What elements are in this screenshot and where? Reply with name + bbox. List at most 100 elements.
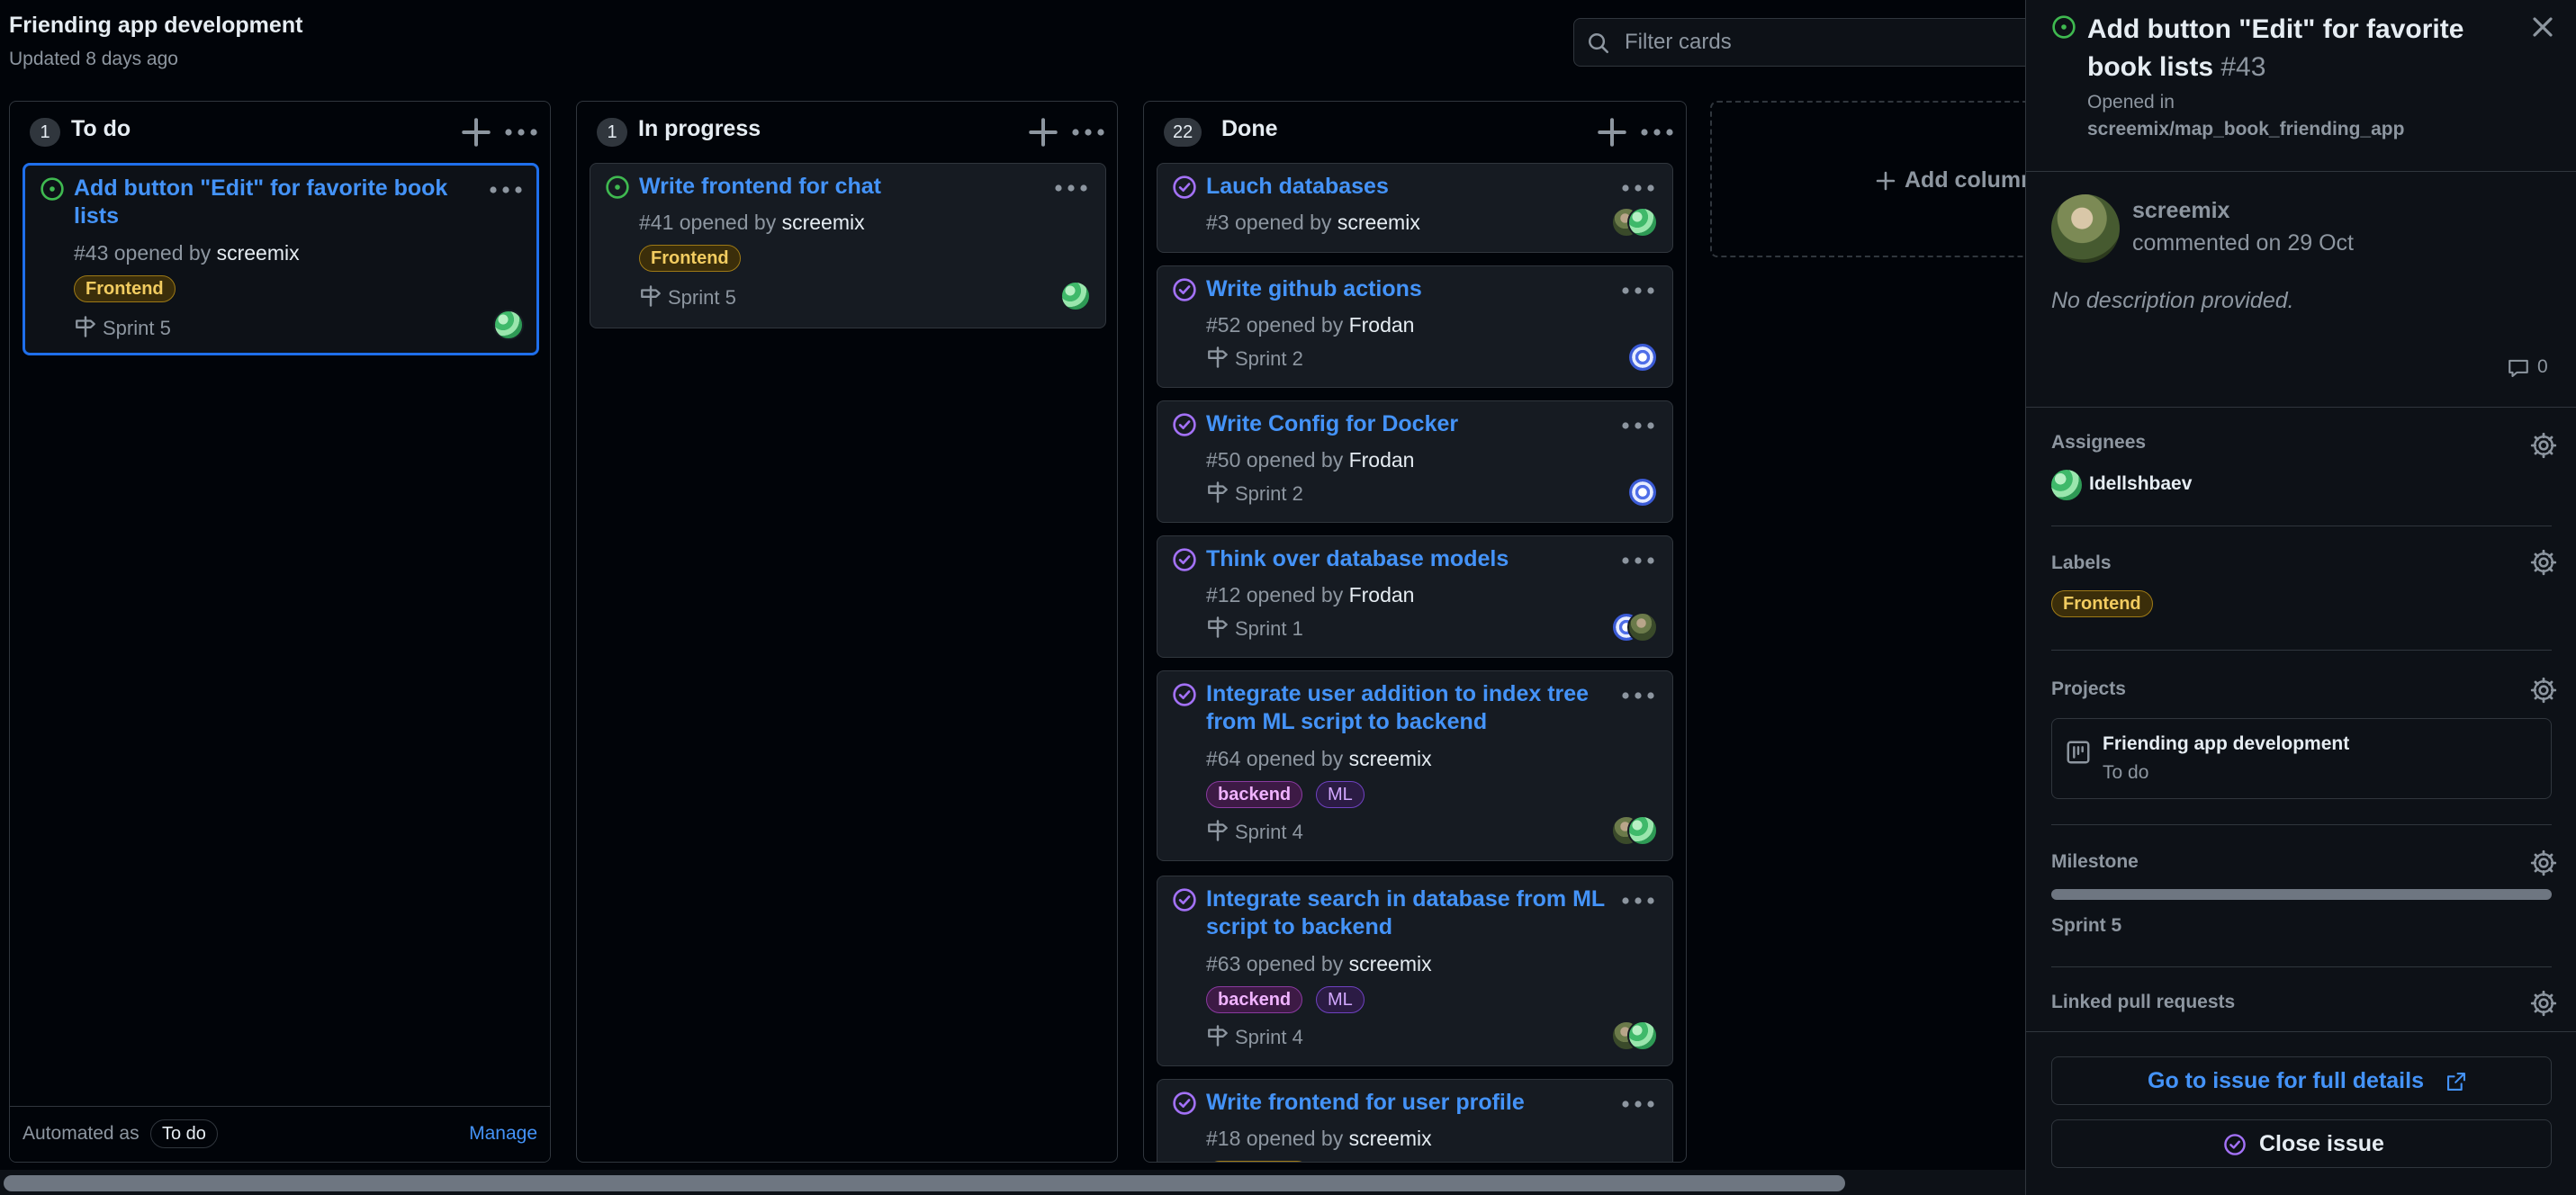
- milestone-icon: [1206, 1024, 1229, 1047]
- issue-card[interactable]: Write github actions #52 opened by Froda…: [1157, 265, 1673, 388]
- go-to-issue-label: Go to issue for full details: [2148, 1068, 2424, 1093]
- gear-icon[interactable]: [2530, 849, 2557, 876]
- assignee-name[interactable]: Idellshbaev: [2089, 473, 2192, 495]
- kebab-horizontal-icon[interactable]: [1618, 885, 1658, 916]
- plus-icon[interactable]: [458, 114, 494, 150]
- assignees-label: Assignees: [2051, 432, 2147, 453]
- panel-issue-number: #43: [2220, 52, 2266, 82]
- divider: [2026, 171, 2576, 172]
- opened-in-label: Opened in: [2087, 92, 2175, 112]
- card-title[interactable]: Write frontend for user profile: [1206, 1089, 1525, 1117]
- issue-card[interactable]: Think over database models #12 opened by…: [1157, 535, 1673, 658]
- close-issue-label: Close issue: [2259, 1131, 2384, 1156]
- card-title[interactable]: Write frontend for chat: [639, 173, 881, 201]
- column-header: 1 In progress: [577, 102, 1117, 165]
- gear-icon[interactable]: [2530, 432, 2557, 459]
- gear-icon[interactable]: [2530, 677, 2557, 704]
- kebab-horizontal-icon[interactable]: [1618, 680, 1658, 711]
- card-title[interactable]: Write Config for Docker: [1206, 410, 1458, 438]
- repository-link[interactable]: screemix/map_book_friending_app: [2087, 119, 2404, 140]
- milestone-progress: [2051, 889, 2552, 900]
- linked-pull-requests-label: Linked pull requests: [2051, 992, 2236, 1012]
- card-title[interactable]: Lauch databases: [1206, 173, 1389, 201]
- kebab-horizontal-icon[interactable]: [486, 175, 526, 205]
- plus-icon[interactable]: [1025, 114, 1061, 150]
- go-to-issue-button[interactable]: Go to issue for full details: [2051, 1056, 2552, 1105]
- issue-closed-icon: [1172, 277, 1197, 302]
- divider: [2026, 407, 2576, 408]
- project-item[interactable]: Friending app development To do: [2051, 718, 2552, 799]
- gear-icon[interactable]: [2530, 549, 2557, 576]
- issue-card[interactable]: Add button "Edit" for favorite book lists…: [23, 163, 539, 355]
- divider: [2026, 1031, 2576, 1032]
- filter-cards[interactable]: [1573, 18, 2041, 67]
- card-author: screemix: [781, 211, 865, 234]
- card-title[interactable]: Integrate search in database from ML scri…: [1206, 885, 1605, 941]
- label-frontend[interactable]: [1206, 1161, 1311, 1162]
- issue-card[interactable]: Write Config for Docker #50 opened by Fr…: [1157, 400, 1673, 523]
- scrollbar-thumb[interactable]: [4, 1175, 1845, 1191]
- label-frontend[interactable]: Frontend: [639, 245, 741, 272]
- milestone-icon: [1206, 615, 1229, 639]
- issue-card[interactable]: Write frontend for chat #41 opened by sc…: [590, 163, 1106, 328]
- avatar[interactable]: [2051, 194, 2120, 263]
- issue-card[interactable]: Write frontend for user profile #18 open…: [1157, 1079, 1673, 1162]
- project-icon: [2067, 741, 2090, 764]
- kebab-horizontal-icon[interactable]: [1618, 1089, 1658, 1119]
- label-backend[interactable]: backend: [1206, 986, 1303, 1013]
- plus-icon: [1874, 169, 1897, 193]
- issue-closed-icon: [1172, 412, 1197, 437]
- label-frontend[interactable]: Frontend: [2051, 590, 2153, 617]
- panel-issue-title: Add button "Edit" for favorite book list…: [2087, 14, 2464, 82]
- milestone-label: Milestone: [2051, 851, 2139, 872]
- issue-card[interactable]: Integrate user addition to index tree fro…: [1157, 670, 1673, 861]
- label-ml[interactable]: ML: [1316, 781, 1365, 808]
- comment-count[interactable]: 0: [2507, 355, 2561, 382]
- labels-label: Labels: [2051, 553, 2112, 573]
- board-header: Friending app development Updated 8 days…: [0, 0, 2041, 99]
- kebab-horizontal-icon[interactable]: [501, 114, 541, 150]
- kebab-horizontal-icon[interactable]: [1618, 275, 1658, 306]
- kebab-horizontal-icon[interactable]: [1618, 410, 1658, 441]
- add-column-button[interactable]: Add column: [1710, 101, 2070, 257]
- gear-icon[interactable]: [2530, 990, 2557, 1017]
- filter-cards-input[interactable]: [1625, 19, 2021, 66]
- milestone-icon: [74, 315, 97, 338]
- kebab-horizontal-icon[interactable]: [1637, 114, 1677, 150]
- issue-closed-icon: [1172, 682, 1197, 707]
- card-title[interactable]: Write github actions: [1206, 275, 1422, 303]
- milestone-icon: [1206, 819, 1229, 842]
- comment-author[interactable]: screemix: [2132, 198, 2229, 224]
- card-author: screemix: [1348, 747, 1432, 770]
- issue-closed-icon: [1172, 1091, 1197, 1116]
- board-updated: Updated 8 days ago: [9, 49, 178, 69]
- horizontal-scrollbar[interactable]: [0, 1170, 2025, 1195]
- issue-card[interactable]: Integrate search in database from ML scri…: [1157, 876, 1673, 1066]
- milestone-name[interactable]: Sprint 5: [2051, 915, 2121, 937]
- label-backend[interactable]: backend: [1206, 781, 1303, 808]
- divider: [2051, 650, 2552, 651]
- kebab-horizontal-icon[interactable]: [1051, 173, 1091, 203]
- close-icon[interactable]: [2526, 11, 2559, 43]
- card-meta: #52 opened by Frodan: [1206, 313, 1415, 337]
- column-count: 22: [1164, 118, 1202, 147]
- column-name: Done: [1221, 116, 1278, 141]
- project-name[interactable]: Friending app development: [2103, 733, 2349, 755]
- label-frontend[interactable]: Frontend: [74, 275, 176, 302]
- projects-label: Projects: [2051, 678, 2126, 699]
- card-title[interactable]: Integrate user addition to index tree fro…: [1206, 680, 1589, 736]
- issue-card[interactable]: Lauch databases #3 opened by screemix: [1157, 163, 1673, 253]
- card-meta: #64 opened by screemix: [1206, 747, 1432, 770]
- milestone-icon: [1206, 346, 1229, 369]
- card-title[interactable]: Add button "Edit" for favorite book lists: [74, 175, 447, 230]
- kebab-horizontal-icon[interactable]: [1618, 545, 1658, 576]
- manage-link[interactable]: Manage: [469, 1123, 537, 1145]
- kebab-horizontal-icon[interactable]: [1618, 173, 1658, 203]
- search-icon: [1589, 33, 1609, 54]
- plus-icon[interactable]: [1594, 114, 1630, 150]
- label-ml[interactable]: ML: [1316, 986, 1365, 1013]
- card-author: screemix: [1337, 211, 1420, 234]
- close-issue-button[interactable]: Close issue: [2051, 1119, 2552, 1168]
- kebab-horizontal-icon[interactable]: [1068, 114, 1108, 150]
- card-title[interactable]: Think over database models: [1206, 545, 1509, 573]
